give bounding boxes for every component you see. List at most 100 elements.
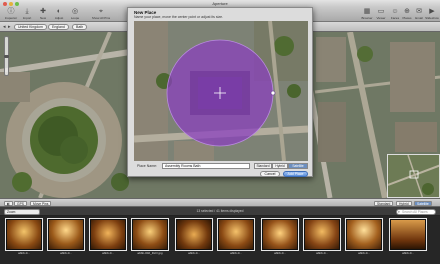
add-place-button[interactable]: Add Place [283,171,308,177]
dialog-mode-standard[interactable]: Standard [254,163,272,169]
grid-icon: ▦ [363,8,371,15]
place-name-field[interactable]: Assembly Rooms Bath [162,163,250,169]
search-places-field[interactable]: Search All Places [396,208,436,215]
thumbnail-image [5,218,43,251]
thumbnail-image [389,218,427,251]
show-all-pins-button[interactable]: ⌖ Show All Pins [88,8,114,21]
thumbnail-image [303,218,341,251]
radius-resize-handle [270,90,276,96]
breadcrumb-city[interactable]: Bath [72,24,88,30]
browser-filter-bar: Zoom 13 selected / 41 items displayed Se… [0,207,440,216]
place-map-imagery [134,21,308,161]
thumbnail-image [217,218,255,251]
thumbnail-image [261,218,299,251]
thumbnail[interactable]: abbb-0... [47,218,85,257]
thumbnail-caption: abbb-0... [60,251,72,255]
faces-icon: ☺ [391,8,399,15]
slideshow-label: Slideshow [425,16,439,20]
thumbnail-caption: abbb-0... [316,251,328,255]
loupe-button[interactable]: ◎ Loupe [68,8,82,21]
viewer-label: Viewer [376,16,386,20]
inspector-button[interactable]: ⓘ Inspector [4,8,18,21]
thumbnail-image [47,218,85,251]
map-toolbar: ◧ GPS Move Pins Standard Hybrid Satellit… [0,198,440,207]
thumbnail-image [175,218,213,251]
thumbnail[interactable]: abbb-0... [261,218,299,257]
overview-minimap-imagery [388,155,439,197]
map-mode-standard[interactable]: Standard [374,200,394,206]
compass-button[interactable]: ◧ [4,200,14,206]
map-mode-hybrid[interactable]: Hybrid [396,200,412,206]
import-icon: ⤓ [25,8,29,15]
search-icon: ⌕ [397,209,400,214]
thumbnail[interactable]: abbb-0... [389,218,427,257]
zoom-window-button[interactable] [15,1,19,6]
back-arrow-icon[interactable]: ◂ [3,24,6,30]
email-button[interactable]: ✉ Email [412,8,426,21]
adjust-label: Adjust [54,16,64,20]
thumbnail[interactable]: abbb-0... [217,218,255,257]
place-name-row: Place Name: Assembly Rooms Bath Standard… [134,163,308,169]
pins-icon: ⌖ [99,8,103,15]
move-pins-button[interactable]: Move Pins [30,200,52,206]
close-window-button[interactable] [3,1,7,6]
window-titlebar: Aperture [0,0,440,7]
overview-minimap[interactable] [387,154,440,198]
thumbnail-caption: abbb-0... [274,251,286,255]
breadcrumb-country[interactable]: United Kingdom [14,24,47,30]
thumbnail[interactable]: abbb-0... [175,218,213,257]
forward-arrow-icon[interactable]: ▸ [8,24,11,30]
slideshow-icon: ▶ [429,8,435,15]
compass-icon: ◧ [7,201,11,206]
filter-dropdown[interactable]: Zoom [4,208,40,215]
cancel-button[interactable]: Cancel [260,171,280,177]
import-label: Import [22,16,32,20]
thumbnail[interactable]: abbb-0... [89,218,127,257]
dialog-mode-hybrid[interactable]: Hybrid [272,163,288,169]
import-button[interactable]: ⤓ Import [20,8,34,21]
zoom-slider-knob[interactable] [4,55,9,58]
viewer-button[interactable]: ▭ Viewer [374,8,388,21]
dialog-mode-satellite[interactable]: Satellite [288,163,308,169]
thumbnail[interactable]: abbb-002_DxO.jpg [131,218,169,257]
minimize-window-button[interactable] [9,1,13,6]
window-title: Aperture [212,1,228,6]
places-icon: ⊕ [404,8,410,15]
inspector-label: Inspector [4,16,18,20]
adjust-button[interactable]: ◐ Adjust [52,8,66,21]
new-button[interactable]: ✚ New [36,8,50,21]
thumbnail-caption: abbb-0... [230,251,242,255]
browser-button[interactable]: ▦ Browser [360,8,374,21]
map-mode-satellite[interactable]: Satellite [414,200,432,206]
slideshow-button[interactable]: ▶ Slideshow [425,8,439,21]
selection-status: 13 selected / 41 items displayed [196,209,244,213]
info-icon: ⓘ [7,8,15,15]
place-name-label: Place Name: [137,164,158,168]
email-label: Email [415,16,423,20]
thumbnail[interactable]: abbb-0... [345,218,383,257]
map-zoom-slider[interactable] [4,36,9,76]
breadcrumb-region[interactable]: England [48,24,69,30]
new-place-dialog: New Place Name your place, move the cent… [127,7,313,177]
new-label: New [39,16,46,20]
thumbnail-caption: abbb-0... [188,251,200,255]
adjust-icon: ◐ [56,8,62,15]
thumbnail-image [345,218,383,251]
gps-button[interactable]: GPS [14,200,27,206]
new-icon: ✚ [40,8,46,15]
thumbnail-caption: abbb-0... [358,251,370,255]
loupe-label: Loupe [70,16,80,20]
show-all-pins-label: Show All Pins [91,16,111,20]
thumbnail-caption: abbb-0... [402,251,414,255]
email-icon: ✉ [416,8,422,15]
thumbnail-image [89,218,127,251]
thumbnail-caption: abbb-002_DxO.jpg [137,251,163,255]
loupe-icon: ◎ [71,8,79,15]
thumbnail[interactable]: abbb-0... [303,218,341,257]
viewer-icon: ▭ [377,8,385,15]
place-map[interactable] [134,21,308,161]
browser-label: Browser [361,16,373,20]
thumbnail-caption: abbb-0... [102,251,114,255]
thumbnail[interactable]: abbb-0... [5,218,43,257]
thumbnail-caption: abbb-0... [18,251,30,255]
